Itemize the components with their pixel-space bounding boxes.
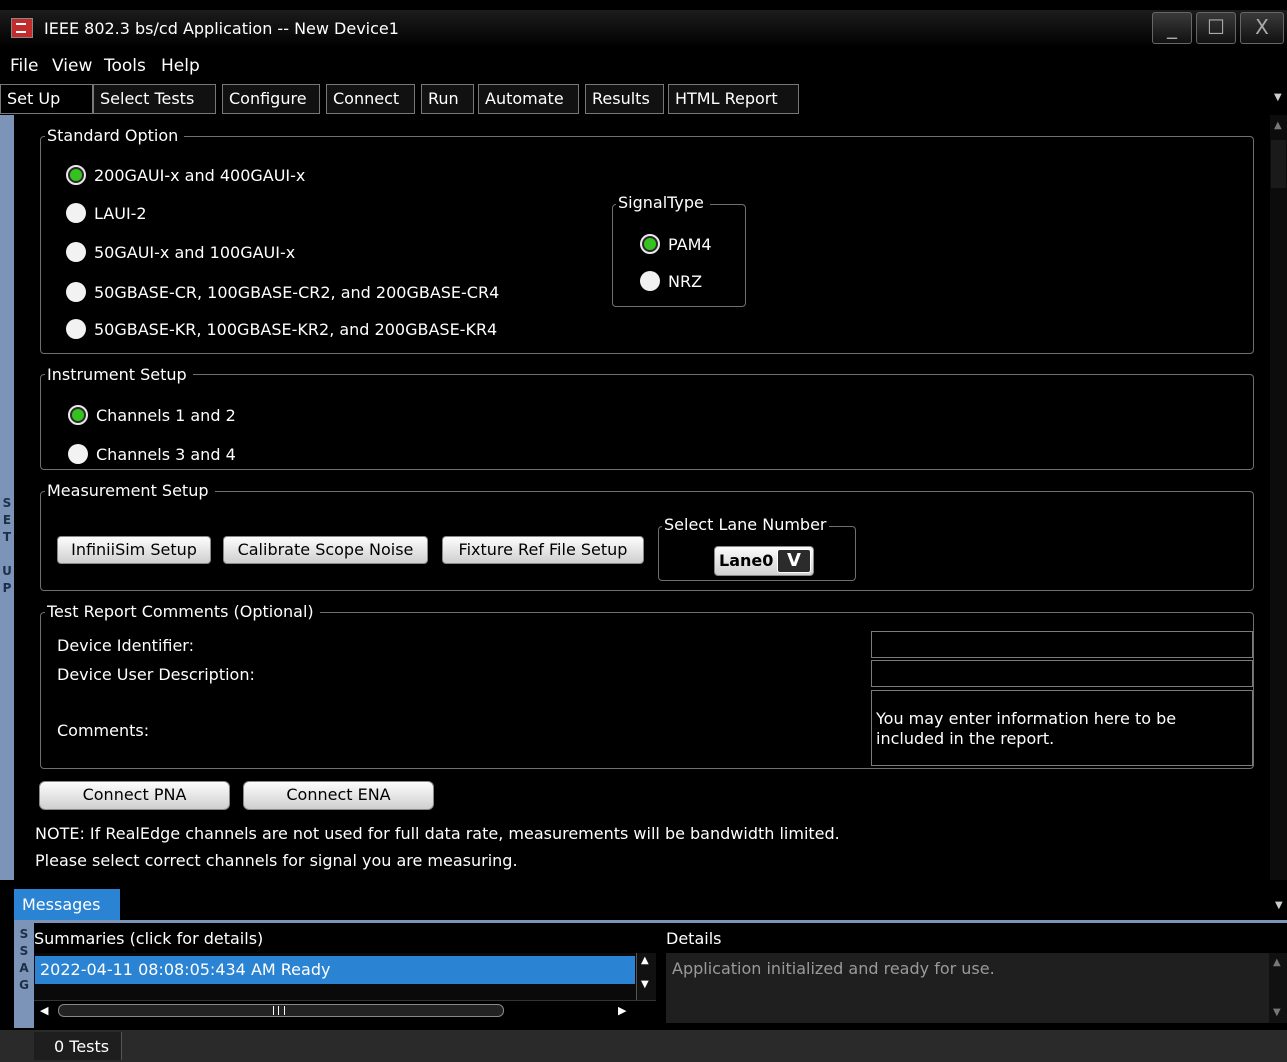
lane-number-legend: Select Lane Number [662, 515, 829, 534]
test-report-legend: Test Report Comments (Optional) [45, 602, 320, 621]
radio-selected-icon [640, 234, 660, 254]
radio-200gaui[interactable]: 200GAUI-x and 400GAUI-x [66, 165, 305, 185]
horizontal-scrollbar-thumb[interactable] [58, 1004, 504, 1017]
scroll-down-icon[interactable]: ▼ [641, 979, 649, 990]
details-header: Details [666, 929, 722, 948]
tab-connect[interactable]: Connect [326, 84, 415, 114]
scroll-up-icon[interactable]: ▲ [1274, 120, 1282, 131]
tab-configure[interactable]: Configure [222, 84, 320, 114]
summary-row[interactable]: 2022-04-11 08:08:05:434 AM Ready [35, 956, 635, 984]
note-select-channels: Please select correct channels for signa… [35, 851, 518, 870]
tab-set-up[interactable]: Set Up [0, 84, 93, 114]
messages-header [0, 888, 1287, 920]
comments-field[interactable]: You may enter information here to be inc… [871, 690, 1253, 766]
calibrate-scope-noise-button[interactable]: Calibrate Scope Noise [223, 536, 428, 564]
connect-ena-button[interactable]: Connect ENA [243, 781, 434, 810]
instrument-setup-legend: Instrument Setup [45, 365, 193, 384]
radio-icon [66, 203, 86, 223]
minimize-button[interactable]: _ [1152, 12, 1192, 44]
radio-icon [66, 319, 86, 339]
comments-label: Comments: [57, 721, 150, 740]
tab-html-report[interactable]: HTML Report [668, 84, 799, 114]
device-identifier-label: Device Identifier: [57, 636, 194, 655]
radio-50gbase-kr[interactable]: 50GBASE-KR, 100GBASE-KR2, and 200GBASE-K… [66, 319, 497, 339]
device-description-field[interactable] [871, 660, 1253, 687]
scroll-down-icon[interactable]: ▼ [1273, 1007, 1281, 1018]
device-description-label: Device User Description: [57, 665, 255, 684]
details-text: Application initialized and ready for us… [666, 953, 1269, 1023]
tab-messages[interactable]: Messages [14, 889, 120, 921]
close-button[interactable]: X [1240, 12, 1284, 44]
maximize-button[interactable]: ☐ [1196, 12, 1236, 44]
tests-count: 0 Tests [34, 1032, 122, 1060]
setup-side-tab[interactable]: SETUP [0, 115, 14, 880]
scroll-up-icon[interactable]: ▲ [1273, 957, 1281, 968]
tab-run[interactable]: Run [421, 84, 474, 114]
radio-nrz[interactable]: NRZ [640, 271, 702, 291]
signal-type-legend: SignalType [616, 193, 710, 212]
radio-icon [66, 242, 86, 262]
device-identifier-field[interactable] [871, 631, 1253, 658]
messages-side-label: SSAG [19, 927, 29, 992]
messages-divider [14, 920, 1287, 923]
tab-strip: Set Up Select Tests Configure Connect Ru… [0, 83, 1287, 114]
tab-automate[interactable]: Automate [478, 84, 579, 114]
summaries-header: Summaries (click for details) [34, 929, 264, 948]
maximize-icon: ☐ [1207, 15, 1225, 39]
chevron-down-icon[interactable]: V [777, 549, 811, 573]
radio-pam4[interactable]: PAM4 [640, 234, 712, 254]
measurement-setup-legend: Measurement Setup [45, 481, 215, 500]
summary-vertical-scrollbar[interactable]: ▲ ▼ [636, 953, 656, 1000]
radio-selected-icon [68, 405, 88, 425]
minimize-icon: _ [1167, 15, 1177, 39]
signal-type-group [612, 204, 746, 307]
tab-results[interactable]: Results [585, 84, 664, 114]
window-title: IEEE 802.3 bs/cd Application -- New Devi… [44, 19, 399, 38]
scroll-up-icon[interactable]: ▲ [641, 955, 649, 966]
radio-50gbase-cr[interactable]: 50GBASE-CR, 100GBASE-CR2, and 200GBASE-C… [66, 282, 499, 302]
main-scrollbar-thumb[interactable] [1271, 140, 1286, 188]
main-scrollbar[interactable] [1270, 115, 1287, 880]
scroll-left-icon[interactable]: ◀ [40, 1004, 48, 1017]
radio-laui-2[interactable]: LAUI-2 [66, 203, 147, 223]
messages-overflow-icon[interactable]: ▼ [1275, 900, 1283, 911]
menu-help[interactable]: Help [161, 56, 200, 76]
menu-tools[interactable]: Tools [104, 56, 146, 76]
radio-50gaui[interactable]: 50GAUI-x and 100GAUI-x [66, 242, 295, 262]
tab-select-tests[interactable]: Select Tests [93, 84, 216, 114]
radio-icon [66, 282, 86, 302]
fixture-ref-file-setup-button[interactable]: Fixture Ref File Setup [442, 536, 644, 564]
note-bandwidth: NOTE: If RealEdge channels are not used … [35, 824, 840, 843]
tab-overflow-icon[interactable]: ▼ [1274, 92, 1282, 103]
setup-side-label: SETUP [2, 496, 12, 595]
status-bar [0, 1030, 1287, 1062]
menu-bar: File View Tools Help [0, 55, 1287, 82]
radio-icon [640, 271, 660, 291]
radio-channels-1-2[interactable]: Channels 1 and 2 [68, 405, 236, 425]
lane-select[interactable]: Lane0 V [714, 546, 814, 576]
connect-pna-button[interactable]: Connect PNA [39, 781, 230, 810]
close-icon: X [1255, 15, 1269, 39]
details-vertical-scrollbar[interactable]: ▲ ▼ [1269, 953, 1287, 1023]
app-icon [11, 18, 33, 38]
messages-side-tab[interactable]: SSAG [14, 923, 34, 1028]
lane-select-value: Lane0 [719, 551, 774, 570]
title-bar: IEEE 802.3 bs/cd Application -- New Devi… [0, 10, 1287, 48]
radio-selected-icon [66, 165, 86, 185]
standard-option-legend: Standard Option [45, 126, 185, 145]
menu-view[interactable]: View [52, 56, 92, 76]
scroll-right-icon[interactable]: ▶ [618, 1004, 626, 1017]
radio-icon [68, 444, 88, 464]
radio-channels-3-4[interactable]: Channels 3 and 4 [68, 444, 236, 464]
menu-file[interactable]: File [10, 56, 38, 76]
infiniisim-setup-button[interactable]: InfiniiSim Setup [57, 536, 211, 564]
